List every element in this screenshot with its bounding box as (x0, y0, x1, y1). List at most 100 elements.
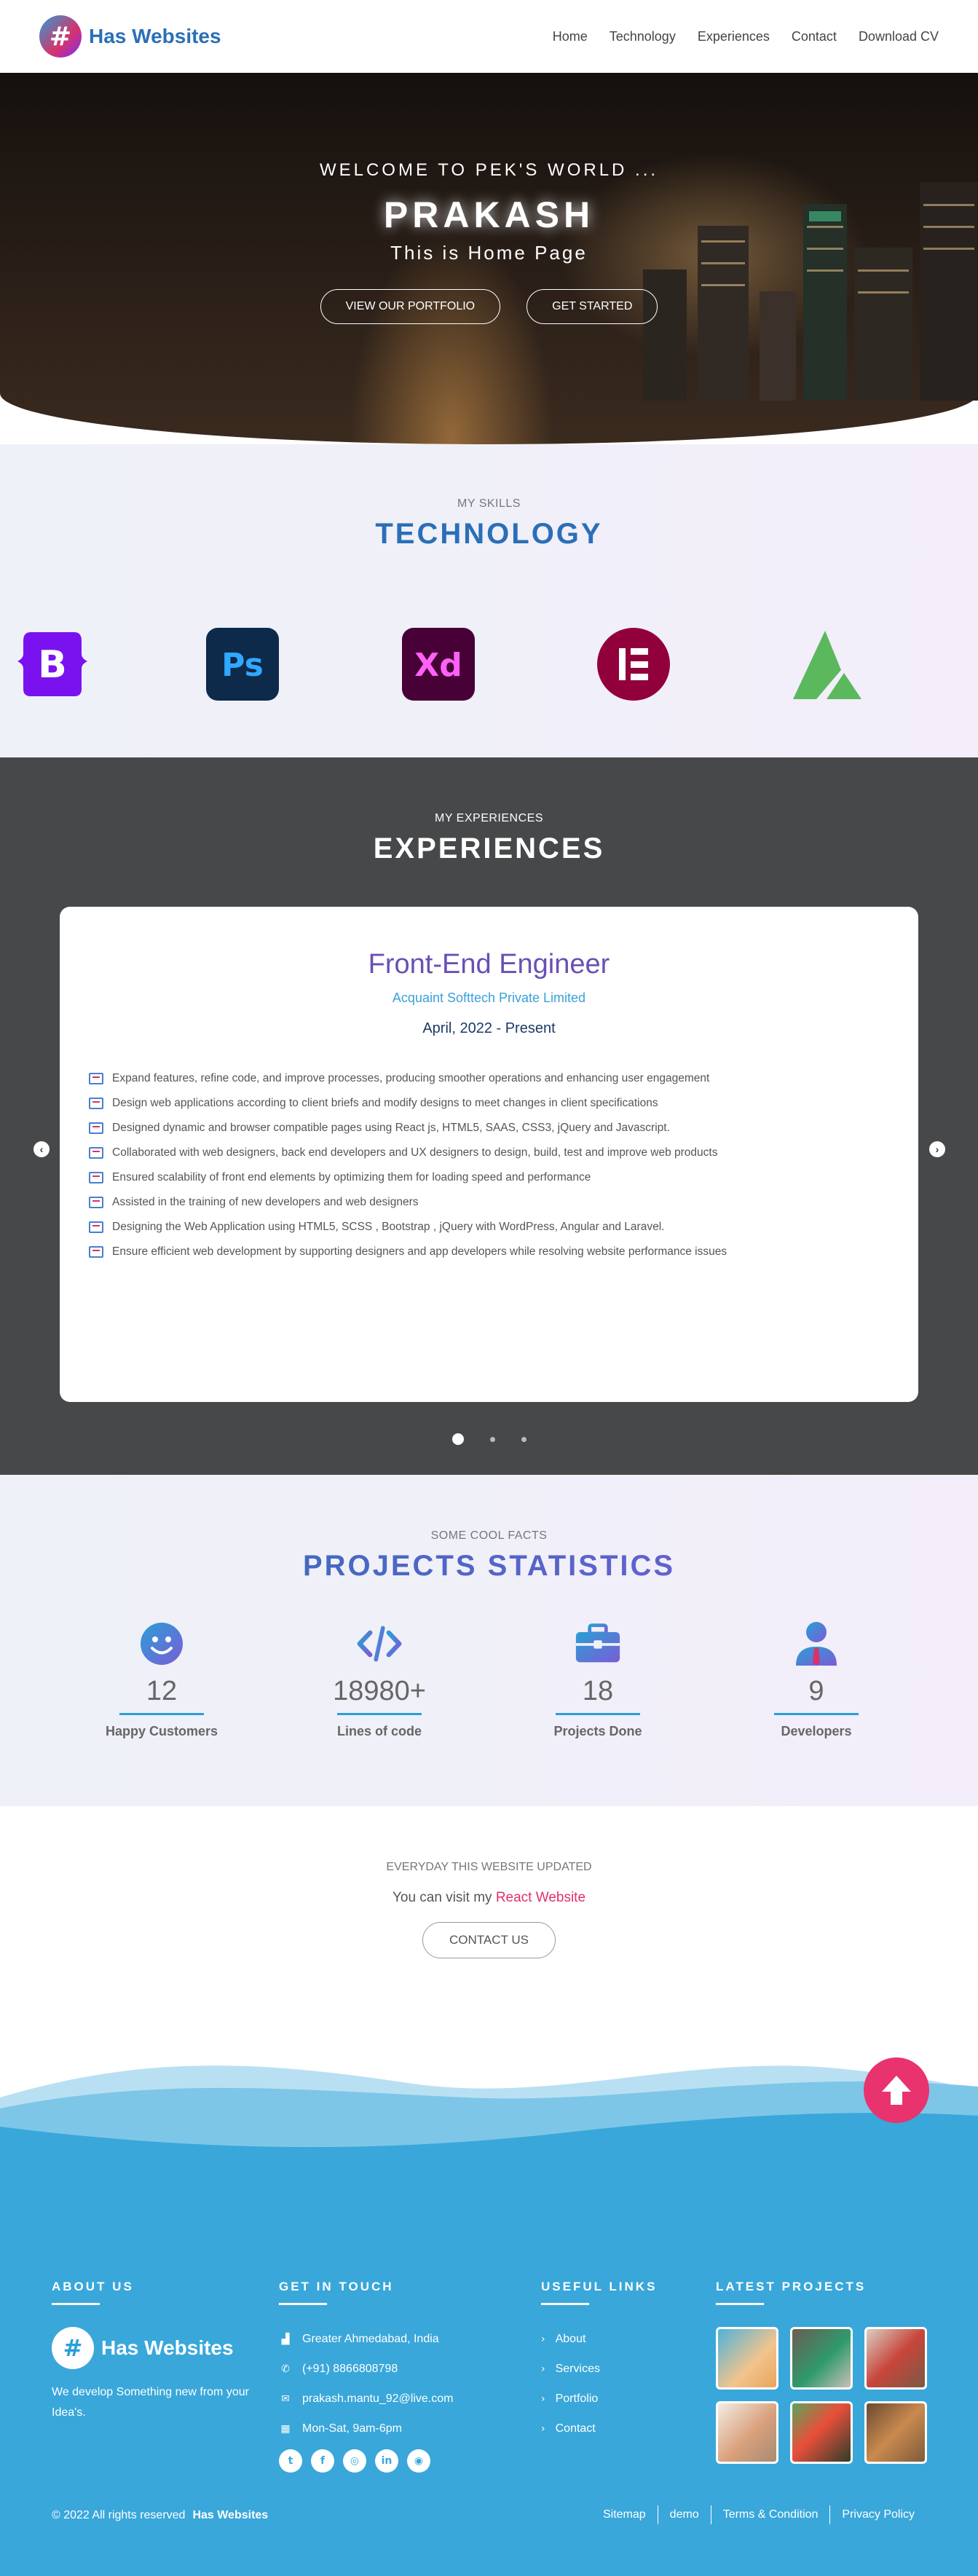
hero-name: PRAKASH (383, 194, 595, 235)
carousel-dot-2[interactable] (489, 1436, 495, 1442)
get-started-button[interactable]: GET STARTED (527, 289, 658, 324)
list-item: Designing the Web Application using HTML… (89, 1215, 918, 1240)
hero-subtitle: This is Home Page (390, 242, 588, 264)
demo-link[interactable]: demo (657, 2505, 711, 2524)
footer-about: ABOUT US # Has Websites We develop Somet… (52, 2280, 256, 2423)
carousel-next-button[interactable]: › (929, 1141, 945, 1157)
view-portfolio-button[interactable]: VIEW OUR PORTFOLIO (320, 289, 501, 324)
adobe-xd-icon: Xd (401, 626, 476, 702)
twitter-icon[interactable]: t (279, 2449, 302, 2473)
cta-section: EVERYDAY THIS WEBSITE UPDATED You can vi… (0, 1806, 978, 1958)
instagram-icon[interactable]: ◎ (343, 2449, 366, 2473)
carousel-dot-1[interactable] (451, 1433, 464, 1445)
chevron-right-icon: › (541, 2422, 545, 2435)
statistics-title: PROJECTS STATISTICS (0, 1550, 978, 1583)
hashtag-logo-icon: # (52, 2327, 94, 2369)
job-responsibilities: Expand features, refine code, and improv… (89, 1066, 918, 1264)
stat-value: 12 (146, 1676, 178, 1706)
stat-value: 18980+ (333, 1676, 426, 1706)
stat-label: Happy Customers (105, 1724, 218, 1738)
sitemap-link[interactable]: Sitemap (591, 2505, 658, 2524)
footer-useful-links: USEFUL LINKS › About › Services › Portfolio… (541, 2280, 657, 2443)
code-icon (356, 1620, 403, 1667)
nav-download-cv[interactable]: Download CV (859, 29, 939, 44)
contact-us-button[interactable]: CONTACT US (422, 1922, 556, 1958)
stat-label: Lines of code (336, 1724, 422, 1738)
github-icon[interactable]: ◉ (407, 2449, 430, 2473)
laptop-icon (89, 1221, 103, 1233)
project-thumbnail[interactable] (790, 2401, 853, 2464)
phone-icon: ✆ (281, 2363, 290, 2375)
scroll-to-top-button[interactable] (864, 2057, 929, 2123)
project-thumbnail[interactable] (864, 2401, 927, 2464)
footer-useful-heading: USEFUL LINKS (541, 2280, 658, 2293)
job-title: Front-End Engineer (368, 949, 610, 980)
facebook-icon[interactable]: f (311, 2449, 334, 2473)
nav-home[interactable]: Home (553, 29, 588, 44)
cta-kicker: EVERYDAY THIS WEBSITE UPDATED (386, 1861, 592, 1873)
stat-label: Projects Done (553, 1724, 642, 1738)
list-item: Expand features, refine code, and improv… (89, 1066, 918, 1091)
arrow-up-icon (882, 2076, 911, 2105)
react-website-link[interactable]: React Website (496, 1890, 585, 1905)
laptop-icon (89, 1246, 103, 1258)
nav-technology[interactable]: Technology (610, 29, 676, 44)
laptop-icon (89, 1122, 103, 1134)
laptop-icon (89, 1073, 103, 1084)
chevron-right-icon: › (541, 2363, 545, 2375)
contact-address: ▟ Greater Ahmedabad, India (279, 2324, 453, 2354)
heading-underline (541, 2303, 589, 2305)
privacy-policy-link[interactable]: Privacy Policy (829, 2505, 926, 2524)
nav-contact[interactable]: Contact (792, 29, 837, 44)
terms-link[interactable]: Terms & Condition (710, 2505, 830, 2524)
footer-link-services[interactable]: › Services (541, 2354, 657, 2384)
calendar-icon: ▦ (280, 2422, 291, 2435)
contact-email[interactable]: ✉ prakash.mantu_92@live.com (279, 2384, 453, 2414)
carousel-dot-3[interactable] (521, 1436, 527, 1442)
heading-underline (52, 2303, 100, 2305)
briefcase-icon (575, 1620, 621, 1667)
brand-logo[interactable]: # Has Websites (39, 15, 221, 58)
heading-underline (279, 2303, 327, 2305)
footer-link-contact[interactable]: › Contact (541, 2414, 657, 2443)
experience-card: Front-End Engineer Acquaint Softtech Pri… (60, 907, 918, 1402)
project-thumbnail[interactable] (790, 2327, 853, 2390)
smile-icon (138, 1620, 185, 1667)
laptop-icon (89, 1197, 103, 1208)
stat-happy-customers: 12 Happy Customers (82, 1620, 242, 1739)
copyright-text: © 2022 All rights reserved Has Websites (52, 2509, 269, 2521)
footer-link-about[interactable]: › About (541, 2324, 657, 2354)
project-thumbnails (716, 2327, 927, 2464)
chevron-right-icon: › (541, 2392, 545, 2405)
legal-links: Sitemap demo Terms & Condition Privacy P… (591, 2505, 926, 2524)
stat-developers: 9 Developers (736, 1620, 896, 1739)
footer-projects-heading: LATEST PROJECTS (716, 2280, 867, 2293)
stat-projects-done: 18 Projects Done (518, 1620, 678, 1739)
job-company: Acquaint Softtech Private Limited (392, 990, 586, 1005)
footer-link-portfolio[interactable]: › Portfolio (541, 2384, 657, 2414)
developer-icon (793, 1620, 840, 1667)
hero-content: WELCOME TO PEK'S WORLD ... PRAKASH This … (0, 160, 978, 324)
svg-text:B: B (38, 643, 67, 687)
footer-contact: GET IN TOUCH ▟ Greater Ahmedabad, India ✆… (279, 2280, 453, 2473)
project-thumbnail[interactable] (716, 2401, 778, 2464)
statistics-kicker: SOME COOL FACTS (430, 1529, 548, 1542)
footer-about-heading: ABOUT US (52, 2280, 134, 2293)
copyright-brand[interactable]: Has Websites (192, 2509, 268, 2521)
stat-underline (337, 1713, 422, 1715)
footer-contact-heading: GET IN TOUCH (279, 2280, 394, 2293)
experiences-title: EXPERIENCES (373, 832, 605, 864)
project-thumbnail[interactable] (716, 2327, 778, 2390)
project-thumbnail[interactable] (864, 2327, 927, 2390)
carousel-prev-button[interactable]: ‹ (33, 1141, 50, 1157)
photoshop-icon: Ps (205, 626, 280, 702)
contact-phone[interactable]: ✆ (+91) 8866808798 (279, 2354, 453, 2384)
nav-experiences[interactable]: Experiences (698, 29, 770, 44)
footer-about-text: We develop Something new from your Idea'… (52, 2386, 249, 2419)
footer-logo[interactable]: # Has Websites (52, 2327, 256, 2369)
hero-section: WELCOME TO PEK'S WORLD ... PRAKASH This … (0, 73, 978, 444)
stat-value: 18 (582, 1676, 614, 1706)
footer-brand-name: Has Websites (101, 2336, 234, 2359)
linkedin-icon[interactable]: in (375, 2449, 398, 2473)
cta-text: You can visit my React Website (392, 1890, 586, 1905)
